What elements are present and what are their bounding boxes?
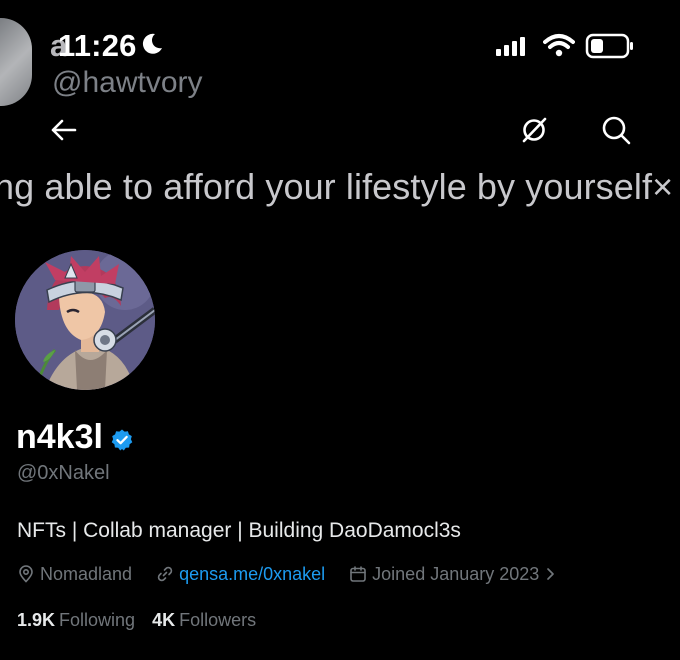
profile-avatar[interactable]: [15, 250, 155, 390]
moon-icon: [142, 33, 162, 54]
location-item: Nomadland: [17, 564, 132, 585]
location-text: Nomadland: [40, 563, 133, 584]
follow-stats: 1.9K Following 4K Followers: [17, 610, 273, 631]
website-item[interactable]: qensa.me/0xnakel: [156, 564, 325, 585]
verified-badge-icon[interactable]: [110, 428, 134, 452]
profile-meta: Nomadland qensa.me/0xnakel Joined Januar…: [17, 561, 584, 587]
following-stat[interactable]: 1.9K Following: [17, 610, 135, 631]
followers-count: 4K: [152, 610, 176, 630]
banner-text: ng able to afford your lifestyle by your…: [0, 166, 674, 207]
battery-icon: [585, 33, 633, 59]
joined-text: Joined January 2023: [372, 563, 540, 584]
grok-button[interactable]: [512, 108, 556, 152]
joined-item[interactable]: Joined January 2023: [349, 564, 560, 585]
arrow-left-icon: [51, 119, 77, 141]
link-icon: [157, 566, 173, 582]
profile-bio: NFTs | Collab manager | Building DaoDamo…: [17, 519, 461, 542]
status-time: 11:26: [58, 28, 137, 63]
display-name: n4k3l: [16, 418, 103, 456]
search-icon: [602, 116, 631, 145]
website-link[interactable]: qensa.me/0xnakel: [179, 564, 325, 585]
status-bar: a 11:26 @hawtvory: [0, 0, 680, 106]
avatar-illustration: [15, 250, 155, 390]
following-label: Following: [59, 610, 136, 630]
ghost-account-handle: @hawtvory: [52, 66, 203, 99]
grok-icon: [522, 117, 547, 143]
map-pin-icon: [19, 565, 33, 583]
following-count: 1.9K: [17, 610, 56, 630]
display-name-row: n4k3l: [16, 418, 134, 457]
calendar-icon: [350, 566, 366, 582]
wifi-icon: [543, 34, 575, 57]
followers-stat[interactable]: 4K Followers: [152, 610, 256, 631]
followers-label: Followers: [179, 610, 257, 630]
previous-avatar: [0, 18, 32, 106]
back-button[interactable]: [41, 108, 85, 152]
chevron-right-icon: [547, 568, 555, 580]
cellular-signal-icon: [496, 37, 525, 56]
profile-handle: @0xNakel: [17, 462, 110, 484]
search-button[interactable]: [594, 108, 638, 152]
